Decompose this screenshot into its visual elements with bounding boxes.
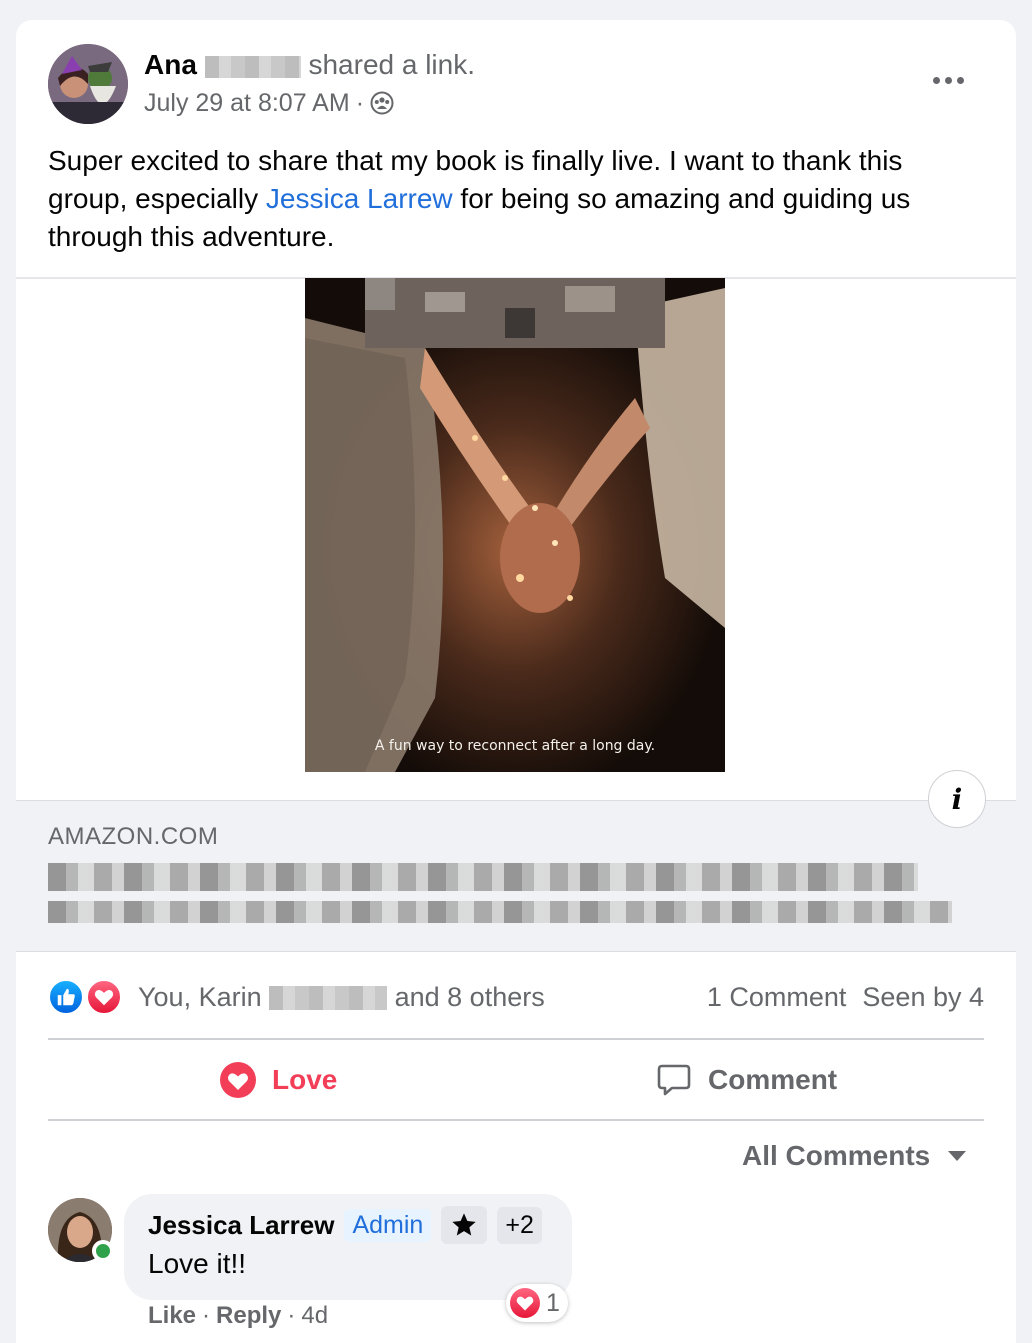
comment-bubble: Jessica Larrew Admin +2 Love it!! [124,1194,572,1300]
love-label: Love [272,1064,338,1095]
reaction-names-end: and 8 others [387,981,545,1012]
commenter-name[interactable]: Jessica Larrew [148,1210,334,1241]
meta-separator: · [355,89,365,117]
caret-down-icon [948,1151,967,1161]
star-badge-icon[interactable] [441,1206,488,1244]
comments-filter-dropdown[interactable]: All Comments [742,1140,967,1172]
post-meta: July 29 at 8:07 AM · [144,88,394,118]
like-icon [48,979,84,1015]
love-icon [510,1288,540,1318]
post-card: Ana shared a link. July 29 at 8:07 AM · … [16,20,1016,1343]
post-text: Super excited to share that my book is f… [48,142,988,256]
redacted-link-title [48,863,918,891]
link-domain: AMAZON.COM [48,823,219,850]
reaction-icons[interactable] [48,977,128,1017]
love-button[interactable]: Love [220,1058,337,1102]
redacted-link-subtitle [48,901,952,923]
love-reaction-icon [220,1062,256,1098]
more-badges-count[interactable]: +2 [497,1206,542,1244]
redacted-surname [204,55,301,78]
comment-like-button[interactable]: Like [148,1302,196,1330]
reaction-names[interactable]: You, Karin and 8 others [138,982,545,1013]
comment-reaction-count: 1 [546,1288,560,1317]
comment-label: Comment [708,1064,838,1095]
shared-link-text: shared a link. [308,49,476,80]
group-icon [370,91,394,115]
link-preview[interactable]: AMAZON.COM [16,800,1016,952]
comment-header: Jessica Larrew Admin +2 [148,1206,542,1244]
book-cover-image[interactable]: A fun way to reconnect after a long day. [305,278,725,772]
post-header: Ana shared a link. [144,48,475,82]
comment-reply-button[interactable]: Reply [216,1302,281,1330]
seen-by[interactable]: Seen by 4 [862,982,984,1013]
separator-dot: · [287,1302,296,1329]
info-icon[interactable]: i [928,770,986,828]
redacted-name [269,986,388,1011]
separator-dot: · [202,1302,211,1329]
divider [48,1119,984,1121]
more-options-icon[interactable] [926,64,970,96]
comment-button[interactable]: Comment [656,1058,837,1102]
author-name[interactable]: Ana [144,49,197,80]
comment-text: Love it!! [148,1248,247,1279]
comment-actions: Like · Reply · 4d [148,1302,328,1330]
reactions-summary: You, Karin and 8 others 1 Comment Seen b… [48,975,984,1019]
comment-count[interactable]: 1 Comment [707,982,847,1013]
reaction-names-start: You, Karin [138,981,270,1012]
mention-link[interactable]: Jessica Larrew [266,183,453,214]
author-avatar[interactable] [48,44,128,124]
love-icon [86,979,122,1015]
comment-age[interactable]: 4d [301,1302,328,1330]
comment-reactions[interactable]: 1 [506,1284,568,1322]
post-timestamp[interactable]: July 29 at 8:07 AM [144,88,350,118]
divider [48,1038,984,1040]
comments-filter-label: All Comments [742,1140,931,1171]
online-status-indicator [92,1240,114,1262]
cover-caption: A fun way to reconnect after a long day. [374,738,656,754]
comment-icon [657,1064,691,1096]
admin-badge[interactable]: Admin [344,1208,432,1242]
post-stats: 1 Comment Seen by 4 [707,982,984,1013]
